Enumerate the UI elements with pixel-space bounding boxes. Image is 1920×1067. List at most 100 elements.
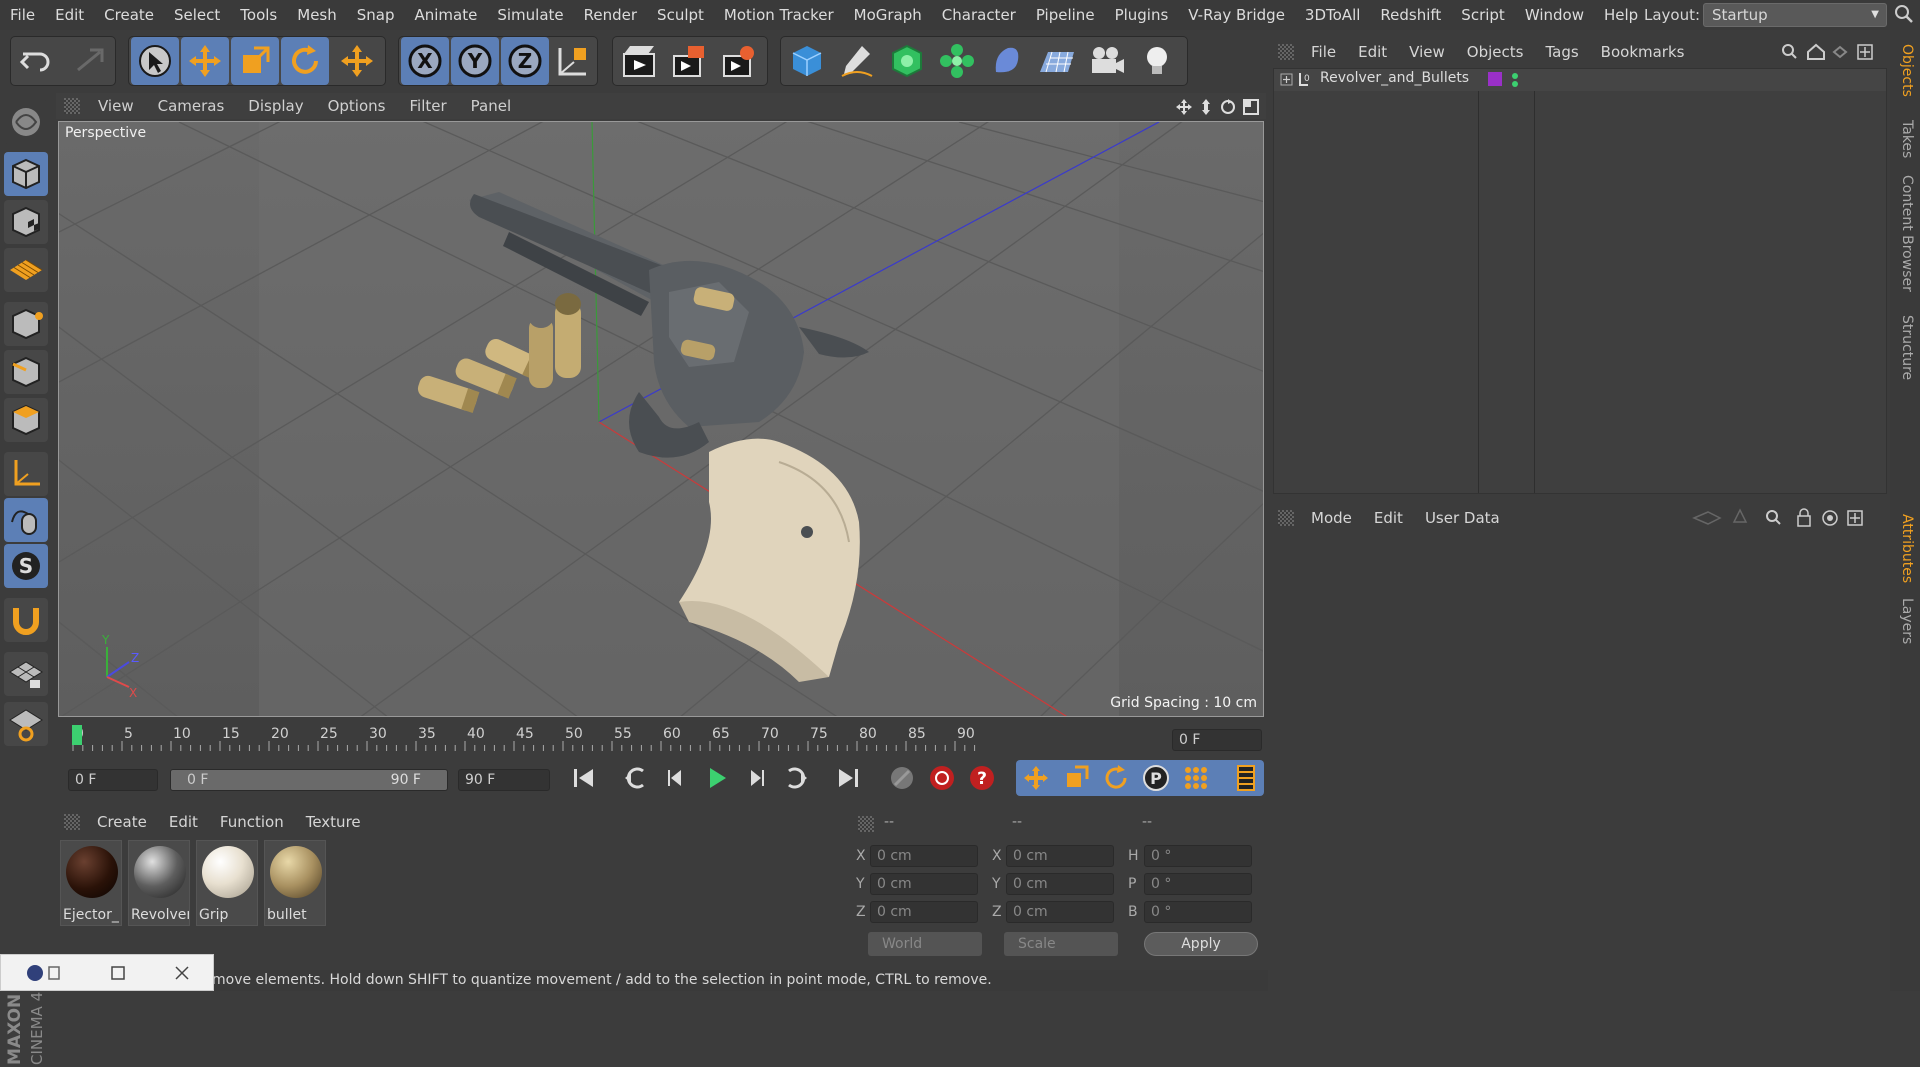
snapping-s-icon[interactable]: S <box>4 544 48 588</box>
scale-icon[interactable] <box>231 37 279 85</box>
viewport-navigation-icons[interactable] <box>1174 97 1260 117</box>
cube-icon[interactable] <box>783 37 831 85</box>
key-pla-icon[interactable] <box>1178 760 1214 796</box>
next-frame-icon[interactable] <box>738 760 774 796</box>
autokey-icon[interactable] <box>924 760 960 796</box>
undo-icon[interactable] <box>13 37 61 85</box>
tweak-mode-icon[interactable] <box>4 498 48 542</box>
object-menu-file[interactable]: File <box>1300 43 1347 61</box>
render-picture-viewer-icon[interactable] <box>665 37 713 85</box>
current-frame-field[interactable]: 0 F <box>1172 729 1262 751</box>
menu-3dtoall[interactable]: 3DToAll <box>1295 0 1370 30</box>
menu-motion-tracker[interactable]: Motion Tracker <box>714 0 844 30</box>
attribute-menu-mode[interactable]: Mode <box>1300 509 1363 527</box>
search-icon[interactable] <box>1893 3 1915 25</box>
viewport-perspective[interactable]: Y Z X Perspective Grid Spacing : 10 cm <box>58 121 1264 717</box>
size-x-field[interactable]: 0 cm <box>1006 845 1114 867</box>
apply-button[interactable]: Apply <box>1144 932 1258 956</box>
subdivision-icon[interactable] <box>883 37 931 85</box>
end-frame-field[interactable]: 90 F <box>458 769 550 791</box>
object-name[interactable]: Revolver_and_Bullets <box>1320 70 1469 86</box>
object-row[interactable]: 0 Revolver_and_Bullets <box>1274 69 1886 91</box>
pos-y-field[interactable]: 0 cm <box>870 873 978 895</box>
lock-workplane-icon[interactable] <box>4 652 48 696</box>
menu-render[interactable]: Render <box>574 0 647 30</box>
previous-frame-icon[interactable] <box>658 760 694 796</box>
material-swatch[interactable]: Revolver <box>128 840 190 926</box>
timeline-ruler[interactable]: 051015202530354045505560657075808590 0 F <box>58 721 1268 753</box>
menu-vray-bridge[interactable]: V-Ray Bridge <box>1178 0 1295 30</box>
render-settings-icon[interactable] <box>715 37 763 85</box>
menu-select[interactable]: Select <box>164 0 230 30</box>
layout-dropdown[interactable]: Startup <box>1703 3 1887 27</box>
previous-key-icon[interactable] <box>618 760 654 796</box>
go-to-start-icon[interactable] <box>566 760 602 796</box>
menu-snap[interactable]: Snap <box>347 0 405 30</box>
tab-layers[interactable]: Layers <box>1895 598 1915 644</box>
panel-grip[interactable] <box>64 98 80 114</box>
panel-grip[interactable] <box>64 814 80 830</box>
viewport-menu-view[interactable]: View <box>86 97 146 115</box>
z-axis-toggle[interactable]: Z <box>501 37 549 85</box>
deformer-icon[interactable] <box>983 37 1031 85</box>
planar-workplane-icon[interactable] <box>4 702 48 746</box>
menu-animate[interactable]: Animate <box>405 0 488 30</box>
move-icon[interactable] <box>181 37 229 85</box>
cloner-icon[interactable] <box>933 37 981 85</box>
menu-mograph[interactable]: MoGraph <box>844 0 932 30</box>
key-position-icon[interactable] <box>1018 760 1054 796</box>
viewport-menu-filter[interactable]: Filter <box>397 97 458 115</box>
object-menu-view[interactable]: View <box>1398 43 1456 61</box>
tab-takes[interactable]: Takes <box>1895 120 1915 158</box>
menu-simulate[interactable]: Simulate <box>487 0 573 30</box>
axis-mode-icon[interactable] <box>4 452 48 496</box>
app-taskbar-icon[interactable] <box>27 965 60 981</box>
tab-structure[interactable]: Structure <box>1895 315 1915 380</box>
attribute-menu-user-data[interactable]: User Data <box>1414 509 1511 527</box>
keyframe-help-icon[interactable]: ? <box>964 760 1000 796</box>
menu-mesh[interactable]: Mesh <box>287 0 347 30</box>
viewport-menu-panel[interactable]: Panel <box>459 97 523 115</box>
size-mode-dropdown[interactable]: Scale <box>1004 932 1118 956</box>
object-menu-bookmarks[interactable]: Bookmarks <box>1590 43 1696 61</box>
material-menu-texture[interactable]: Texture <box>295 813 372 831</box>
redo-icon[interactable] <box>65 37 113 85</box>
render-view-icon[interactable] <box>615 37 663 85</box>
menu-file[interactable]: File <box>0 0 45 30</box>
expand-icon[interactable]: 0 <box>1280 72 1316 88</box>
magnet-icon[interactable] <box>4 598 48 642</box>
object-menu-objects[interactable]: Objects <box>1456 43 1535 61</box>
pos-z-field[interactable]: 0 cm <box>870 901 978 923</box>
menu-sculpt[interactable]: Sculpt <box>647 0 714 30</box>
menu-window[interactable]: Window <box>1515 0 1594 30</box>
make-editable-icon[interactable] <box>4 100 48 144</box>
rotate-icon[interactable] <box>281 37 329 85</box>
texture-mode-icon[interactable] <box>4 200 48 244</box>
rot-h-field[interactable]: 0 ° <box>1144 845 1252 867</box>
recent-tools-icon[interactable] <box>333 37 381 85</box>
material-swatch[interactable]: bullet <box>264 840 326 926</box>
material-swatch[interactable]: Ejector_ <box>60 840 122 926</box>
close-icon[interactable] <box>175 966 189 980</box>
panel-grip[interactable] <box>1278 510 1294 526</box>
pen-icon[interactable] <box>833 37 881 85</box>
panel-grip[interactable] <box>1278 44 1294 60</box>
go-to-end-icon[interactable] <box>830 760 866 796</box>
menu-create[interactable]: Create <box>94 0 164 30</box>
points-mode-icon[interactable] <box>4 302 48 346</box>
tab-objects[interactable]: Objects <box>1895 44 1915 97</box>
playhead[interactable] <box>72 725 82 745</box>
timeline-window-icon[interactable] <box>1228 760 1264 796</box>
object-menu-tags[interactable]: Tags <box>1534 43 1589 61</box>
attribute-menu-edit[interactable]: Edit <box>1363 509 1414 527</box>
range-slider[interactable]: 0 F 90 F <box>170 769 448 791</box>
viewport-menu-options[interactable]: Options <box>316 97 398 115</box>
floor-icon[interactable] <box>1033 37 1081 85</box>
camera-icon[interactable] <box>1083 37 1131 85</box>
workplane-mode-icon[interactable] <box>4 248 48 292</box>
x-axis-toggle[interactable]: X <box>401 37 449 85</box>
next-key-icon[interactable] <box>778 760 814 796</box>
size-z-field[interactable]: 0 cm <box>1006 901 1114 923</box>
pos-x-field[interactable]: 0 cm <box>870 845 978 867</box>
menu-pipeline[interactable]: Pipeline <box>1026 0 1105 30</box>
